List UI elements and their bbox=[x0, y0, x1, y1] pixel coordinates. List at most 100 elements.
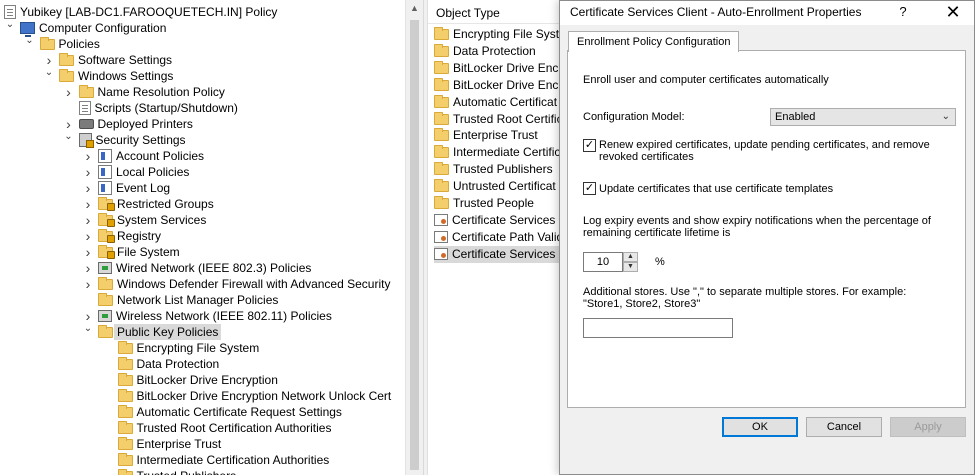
tree-item[interactable]: › File System bbox=[82, 244, 180, 260]
chevron-right-icon[interactable]: › bbox=[82, 196, 94, 212]
tree-item[interactable]: Automatic Certificate Request Settings bbox=[102, 404, 342, 420]
details-list[interactable]: Object Type Encrypting File Syste Data Pr… bbox=[427, 0, 568, 475]
list-item[interactable]: Data Protection bbox=[434, 43, 536, 60]
chevron-right-icon[interactable]: › bbox=[43, 52, 55, 68]
chevron-down-icon[interactable]: ⌄ bbox=[63, 132, 75, 148]
checkmark-icon: ✓ bbox=[584, 182, 595, 194]
ok-button[interactable]: OK bbox=[722, 417, 798, 437]
help-button[interactable]: ? bbox=[890, 1, 916, 25]
tree-item[interactable]: › Wired Network (IEEE 802.3) Policies bbox=[82, 260, 312, 276]
column-header-object-type[interactable]: Object Type bbox=[428, 2, 568, 24]
list-item[interactable]: Certificate Services C bbox=[434, 245, 568, 263]
folder-icon bbox=[434, 145, 449, 159]
tab-enrollment-policy-configuration[interactable]: Enrollment Policy Configuration bbox=[568, 31, 740, 52]
update-templates-label[interactable]: Update certificates that use certificate… bbox=[599, 183, 833, 195]
tree-item[interactable]: › Restricted Groups bbox=[82, 196, 214, 212]
list-item[interactable]: Trusted People bbox=[434, 195, 534, 212]
tree-item[interactable]: ⌄ Public Key Policies bbox=[82, 324, 222, 340]
chevron-right-icon[interactable]: › bbox=[82, 164, 94, 180]
spin-up-icon[interactable]: ▲ bbox=[623, 252, 638, 262]
tree-item[interactable]: Scripts (Startup/Shutdown) bbox=[63, 100, 238, 116]
tree-item[interactable]: › Software Settings bbox=[43, 52, 172, 68]
chevron-down-icon[interactable]: ⌄ bbox=[43, 68, 55, 84]
chevron-right-icon[interactable]: › bbox=[63, 116, 75, 132]
tree-item[interactable]: › Deployed Printers bbox=[63, 116, 193, 132]
tree-item[interactable]: › Wireless Network (IEEE 802.11) Policies bbox=[82, 308, 332, 324]
tree-item[interactable]: ⌄ Computer Configuration bbox=[4, 20, 166, 37]
tree-item[interactable]: › System Services bbox=[82, 212, 207, 228]
additional-stores-input[interactable] bbox=[583, 318, 733, 338]
tree-scrollbar[interactable]: ▲ bbox=[405, 0, 423, 475]
tree-item[interactable]: ⌄ Windows Settings bbox=[43, 68, 174, 84]
chevron-down-icon[interactable]: ⌄ bbox=[82, 324, 94, 340]
console-tree[interactable]: Yubikey [LAB-DC1.FAROOQUETECH.IN] Policy… bbox=[0, 0, 405, 475]
update-templates-checkbox[interactable]: ✓ bbox=[583, 182, 596, 195]
folder-icon bbox=[59, 68, 74, 82]
tree-item[interactable]: Network List Manager Policies bbox=[82, 292, 278, 308]
tree-item[interactable]: › Account Policies bbox=[82, 148, 204, 164]
tree-item[interactable]: › Registry bbox=[82, 228, 161, 244]
list-item[interactable]: Trusted Publishers bbox=[434, 161, 553, 178]
tree-item[interactable]: ⌄ Security Settings bbox=[63, 132, 186, 148]
spin-down-icon[interactable]: ▼ bbox=[623, 262, 638, 272]
tree-item[interactable]: › Local Policies bbox=[82, 164, 190, 180]
cancel-button[interactable]: Cancel bbox=[806, 417, 882, 437]
chevron-right-icon[interactable]: › bbox=[82, 228, 94, 244]
renew-label-line1: Renew expired certificates, update pendi… bbox=[599, 139, 930, 151]
tree-item[interactable]: Yubikey [LAB-DC1.FAROOQUETECH.IN] Policy bbox=[4, 4, 277, 20]
chevron-right-icon[interactable]: › bbox=[82, 260, 94, 276]
list-item[interactable]: Trusted Root Certific bbox=[434, 111, 563, 128]
chevron-down-icon[interactable]: ⌄ bbox=[4, 20, 16, 36]
scroll-up-arrow-icon[interactable]: ▲ bbox=[406, 0, 423, 17]
list-item[interactable]: Enterprise Trust bbox=[434, 127, 538, 144]
chevron-right-icon[interactable]: › bbox=[82, 212, 94, 228]
tree-item[interactable]: › Windows Defender Firewall with Advanced… bbox=[82, 276, 391, 292]
chevron-right-icon[interactable]: › bbox=[82, 148, 94, 164]
folder-icon bbox=[434, 111, 449, 125]
configuration-model-select[interactable]: Enabled ⌄ bbox=[770, 108, 956, 126]
chevron-right-icon[interactable]: › bbox=[82, 276, 94, 292]
tree-item[interactable]: ⌄ Policies bbox=[24, 36, 100, 52]
list-item[interactable]: Untrusted Certificat bbox=[434, 178, 556, 195]
tree-item[interactable]: Encrypting File System bbox=[102, 340, 259, 356]
tree-item[interactable]: Enterprise Trust bbox=[102, 436, 221, 452]
dialog-titlebar[interactable]: Certificate Services Client - Auto-Enrol… bbox=[560, 1, 974, 25]
tree-item[interactable]: Trusted Publishers bbox=[102, 468, 237, 475]
list-item[interactable]: BitLocker Drive Encr bbox=[434, 77, 562, 94]
list-item-label: Certificate Services C bbox=[452, 246, 568, 261]
chevron-down-icon[interactable]: ⌄ bbox=[24, 36, 36, 52]
chevron-right-icon[interactable]: › bbox=[82, 244, 94, 260]
expiry-percentage-input[interactable]: 10 bbox=[583, 252, 623, 272]
chevron-right-icon[interactable]: › bbox=[63, 84, 75, 100]
list-item[interactable]: Automatic Certificat bbox=[434, 94, 557, 111]
list-item-label: Encrypting File Syste bbox=[453, 27, 566, 41]
list-item[interactable]: Encrypting File Syste bbox=[434, 26, 566, 43]
chevron-down-icon: ⌄ bbox=[941, 111, 950, 122]
folder-icon bbox=[434, 27, 449, 40]
list-item[interactable]: BitLocker Drive Encr bbox=[434, 60, 562, 77]
tree-item[interactable]: › Name Resolution Policy bbox=[63, 84, 225, 100]
list-item[interactable]: Certificate Services C bbox=[434, 212, 567, 229]
renew-certificates-checkbox[interactable]: ✓ bbox=[583, 139, 596, 152]
list-item[interactable]: Intermediate Certific bbox=[434, 144, 560, 161]
tree-item[interactable]: BitLocker Drive Encryption Network Unloc… bbox=[102, 388, 391, 404]
scroll-thumb[interactable] bbox=[410, 20, 419, 470]
tree-item[interactable]: Trusted Root Certification Authorities bbox=[102, 420, 331, 436]
tree-item-label: Trusted Publishers bbox=[137, 468, 237, 475]
close-icon[interactable]: ✕ bbox=[936, 1, 970, 25]
tree-item[interactable]: › Event Log bbox=[82, 180, 170, 196]
tree-item[interactable]: BitLocker Drive Encryption bbox=[102, 372, 278, 388]
chevron-right-icon[interactable]: › bbox=[82, 180, 94, 196]
apply-button[interactable]: Apply bbox=[890, 417, 966, 437]
renew-certificates-label[interactable]: Renew expired certificates, update pendi… bbox=[599, 139, 930, 163]
computer-icon bbox=[20, 22, 35, 37]
tree-item[interactable]: Data Protection bbox=[102, 356, 219, 372]
tree-item-label: Registry bbox=[117, 229, 162, 243]
chevron-right-icon[interactable]: › bbox=[82, 308, 94, 324]
checkmark-icon: ✓ bbox=[584, 139, 595, 151]
tree-item[interactable]: Intermediate Certification Authorities bbox=[102, 452, 329, 468]
list-item[interactable]: Certificate Path Valid bbox=[434, 229, 563, 246]
